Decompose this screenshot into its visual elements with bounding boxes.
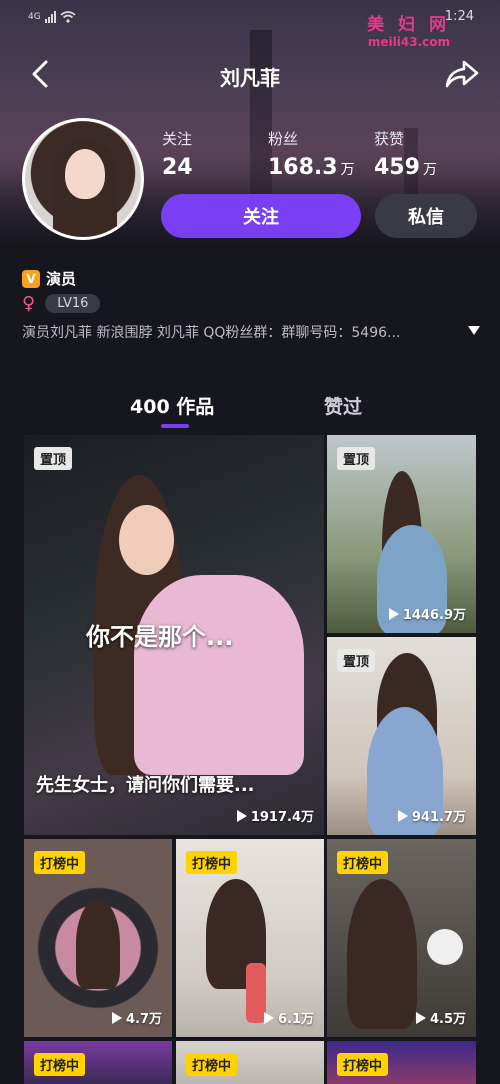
- view-count-text: 4.7万: [125, 1012, 162, 1027]
- view-count: 1446.9万: [388, 604, 466, 623]
- video-tile[interactable]: 打榜中: [24, 1041, 172, 1084]
- level-row: ♀ LV16: [22, 292, 101, 314]
- play-icon: [111, 1011, 122, 1024]
- play-icon: [263, 1011, 274, 1024]
- ranking-badge: 打榜中: [337, 1053, 389, 1076]
- avatar-face: [65, 149, 105, 199]
- ranking-badge: 打榜中: [34, 851, 86, 874]
- share-icon: [445, 60, 479, 88]
- tab-liked[interactable]: 赞过: [324, 392, 362, 419]
- view-count-text: 941.7万: [411, 810, 466, 825]
- chevron-left-icon: [32, 60, 48, 88]
- message-button[interactable]: 私信: [375, 194, 477, 238]
- view-count-text: 1446.9万: [402, 608, 466, 623]
- pinned-badge: 置顶: [337, 649, 376, 672]
- view-count: 941.7万: [397, 806, 466, 825]
- stat-number: 168.3: [268, 155, 338, 180]
- watermark-url: meili43.com: [367, 35, 450, 49]
- ranking-badge: 打榜中: [337, 851, 389, 874]
- play-icon: [415, 1011, 426, 1024]
- video-grid: 置顶 你不是那个... 先生女士，请问你们需要... 1917.4万 置顶 14…: [24, 435, 476, 1084]
- female-icon: ♀: [22, 292, 36, 314]
- level-badge: LV16: [45, 294, 101, 313]
- status-left: 4G: [28, 11, 76, 23]
- network-type: 4G: [28, 12, 41, 22]
- view-count: 4.7万: [111, 1008, 162, 1027]
- active-tab-indicator: [161, 424, 189, 428]
- stat-label: 粉丝: [268, 130, 299, 148]
- video-tile[interactable]: 打榜中 4.5万: [327, 839, 476, 1037]
- stat-value: 459 万: [374, 155, 437, 180]
- stat-label: 关注: [162, 130, 193, 148]
- role-label: 演员: [46, 270, 77, 288]
- stat-following[interactable]: 关注 24: [162, 128, 196, 180]
- profile-stats: 关注 24 粉丝 168.3 万 获赞 459 万: [162, 128, 482, 188]
- video-subtitle: 你不是那个...: [86, 623, 234, 651]
- bio-text[interactable]: 演员刘凡菲 新浪围脖 刘凡菲 QQ粉丝群：群聊号码：5496...: [22, 322, 462, 342]
- play-icon: [397, 809, 408, 822]
- video-thumbnail-figure: [76, 899, 120, 989]
- video-thumbnail-figure: [427, 929, 463, 965]
- avatar[interactable]: [22, 118, 144, 240]
- view-count: 6.1万: [263, 1008, 314, 1027]
- video-thumbnail-figure: [119, 505, 174, 575]
- ranking-badge: 打榜中: [186, 851, 238, 874]
- video-tile[interactable]: 打榜中: [176, 1041, 324, 1084]
- pinned-badge: 置顶: [34, 447, 73, 470]
- role-row: V 演员: [22, 268, 76, 289]
- watermark: 美 妇 网 meili43.com: [340, 10, 450, 49]
- back-button[interactable]: [26, 58, 56, 90]
- view-count: 4.5万: [415, 1008, 466, 1027]
- stat-value: 168.3 万: [268, 155, 355, 180]
- video-tile[interactable]: 打榜中 4.7万: [24, 839, 172, 1037]
- stat-label: 获赞: [374, 130, 405, 148]
- tab-works[interactable]: 400 作品: [130, 392, 214, 419]
- ranking-badge: 打榜中: [186, 1053, 238, 1076]
- stat-value: 24: [162, 155, 196, 180]
- view-count-text: 4.5万: [429, 1012, 466, 1027]
- caret-down-icon[interactable]: [468, 326, 480, 336]
- stat-unit: 万: [422, 162, 437, 178]
- ranking-badge: 打榜中: [34, 1053, 86, 1076]
- top-nav: 刘凡菲: [0, 52, 500, 96]
- verified-icon: V: [22, 269, 40, 288]
- clock: 1:24: [444, 9, 474, 24]
- stat-number: 24: [162, 155, 193, 180]
- follow-button[interactable]: 关注: [161, 194, 361, 238]
- view-count: 1917.4万: [236, 806, 314, 825]
- video-thumbnail-figure: [134, 575, 304, 775]
- stat-followers[interactable]: 粉丝 168.3 万: [268, 128, 355, 180]
- view-count-text: 6.1万: [277, 1012, 314, 1027]
- video-subtitle: 先生女士，请问你们需要...: [36, 775, 255, 796]
- view-count-text: 1917.4万: [250, 810, 314, 825]
- watermark-title: 美 妇 网: [367, 15, 450, 35]
- play-icon: [388, 607, 399, 620]
- stat-likes[interactable]: 获赞 459 万: [374, 128, 437, 180]
- page-title: 刘凡菲: [220, 66, 280, 90]
- share-button[interactable]: [444, 58, 480, 90]
- stat-number: 459: [374, 155, 420, 180]
- wifi-icon: [60, 11, 76, 23]
- content-tabs: 400 作品 赞过: [0, 392, 500, 432]
- pinned-badge: 置顶: [337, 447, 376, 470]
- video-tile[interactable]: 打榜中: [327, 1041, 476, 1084]
- video-tile[interactable]: 置顶 1446.9万: [327, 435, 476, 633]
- video-tile[interactable]: 置顶 941.7万: [327, 637, 476, 835]
- stat-unit: 万: [340, 162, 355, 178]
- video-tile[interactable]: 置顶 你不是那个... 先生女士，请问你们需要... 1917.4万: [24, 435, 324, 835]
- video-tile[interactable]: 打榜中 6.1万: [176, 839, 324, 1037]
- video-thumbnail-figure: [347, 879, 417, 1029]
- signal-icon: [44, 11, 56, 23]
- play-icon: [236, 809, 247, 822]
